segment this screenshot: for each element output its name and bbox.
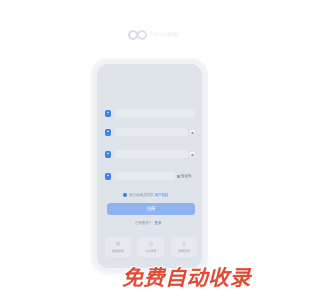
password-row: ▪ ◉ — [105, 127, 195, 137]
captcha-icon — [177, 174, 180, 178]
confirm-password-row: ▪ ◉ — [105, 149, 195, 159]
agree-link[interactable]: 用户协议 — [155, 193, 169, 198]
weibo-icon: △ — [182, 240, 186, 247]
app-label: QQ登录 — [145, 248, 157, 253]
password-field[interactable] — [115, 128, 188, 136]
promo-banner: 免费自动收录 — [122, 266, 251, 290]
logo-icon — [128, 30, 147, 40]
register-button[interactable]: 注册 — [107, 203, 195, 215]
login-prompt: 已有账号？ — [135, 221, 153, 225]
captcha-text: 验证码 — [181, 174, 192, 178]
qq-login-button[interactable]: ◇ QQ登录 — [138, 237, 164, 257]
username-row: ▪ — [105, 108, 195, 118]
login-line: 已有账号？ 登录 — [135, 221, 162, 226]
logo: Fenxiang — [128, 27, 179, 43]
login-link[interactable]: 登录 — [155, 221, 162, 225]
app-label: 微信登录 — [111, 248, 124, 253]
wechat-login-button[interactable]: ◎ 微信登录 — [105, 237, 131, 257]
phone-mockup: ▪ ▪ ◉ ▪ ◉ ▪ 验证码 我已阅读并同意 用户协议 注册 已有账号？ 登录… — [93, 60, 206, 272]
username-field[interactable] — [115, 109, 195, 117]
shield-icon: ▪ — [105, 172, 111, 180]
eye-icon[interactable]: ◉ — [190, 129, 195, 135]
weibo-login-button[interactable]: △ 微博登录 — [171, 237, 197, 257]
agreement: 我已阅读并同意 用户协议 — [123, 192, 185, 198]
qq-icon: ◇ — [149, 240, 153, 247]
agree-text: 我已阅读并同意 — [129, 192, 154, 197]
eye-icon[interactable]: ◉ — [190, 151, 195, 157]
logo-text: Fenxiang — [150, 32, 179, 38]
user-icon: ▪ — [105, 109, 111, 117]
agree-checkbox[interactable] — [123, 193, 127, 197]
third-party-logins: ◎ 微信登录 ◇ QQ登录 △ 微博登录 — [105, 237, 197, 257]
app-label: 微博登录 — [177, 248, 190, 253]
confirm-password-field[interactable] — [115, 150, 188, 158]
lock-icon: ▪ — [105, 128, 111, 136]
page: Fenxiang ▪ ▪ ◉ ▪ ◉ ▪ 验证码 我已阅读并同意 用户协议 注册… — [0, 0, 300, 300]
lock-icon: ▪ — [105, 150, 111, 158]
phone-screen: ▪ ▪ ◉ ▪ ◉ ▪ 验证码 我已阅读并同意 用户协议 注册 已有账号？ 登录… — [97, 64, 202, 268]
captcha-field[interactable] — [115, 172, 175, 180]
wechat-icon: ◎ — [115, 240, 121, 247]
captcha-image[interactable]: 验证码 — [177, 172, 195, 180]
captcha-row: ▪ 验证码 — [105, 171, 195, 181]
